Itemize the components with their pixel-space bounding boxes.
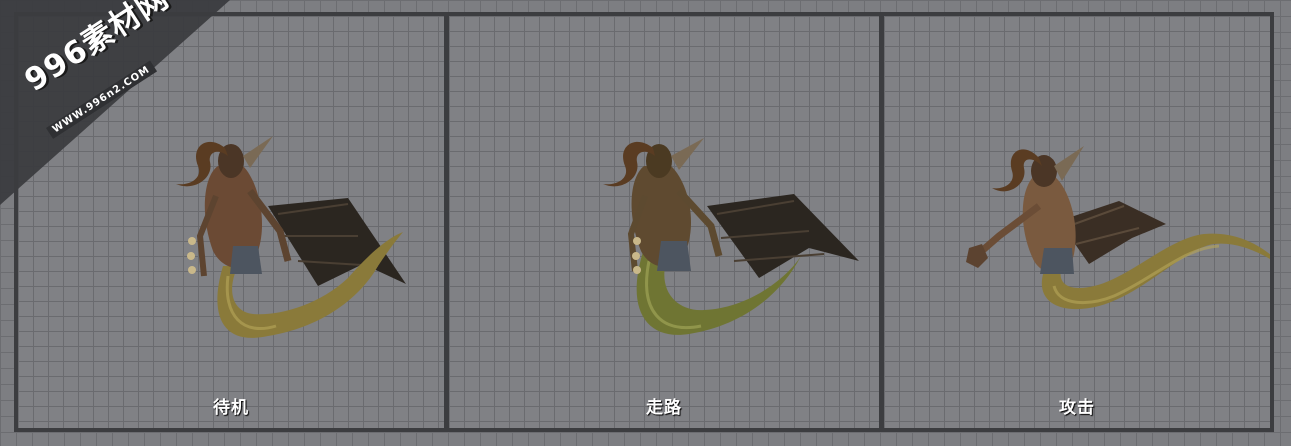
panel-label-attack: 攻击 bbox=[1059, 398, 1095, 418]
panel-idle: 待机 bbox=[18, 16, 444, 428]
panel-walk: 走路 bbox=[449, 16, 879, 428]
animation-preview-stage: 待机 走路 攻击 bbox=[14, 12, 1274, 432]
panel-label-walk: 走路 bbox=[646, 398, 682, 418]
naga-creature-idle bbox=[176, 136, 406, 338]
naga-creature-walk bbox=[603, 138, 859, 335]
naga-creature-attack bbox=[966, 146, 1270, 310]
panel-attack: 攻击 bbox=[884, 16, 1270, 428]
panel-label-idle: 待机 bbox=[213, 398, 249, 418]
